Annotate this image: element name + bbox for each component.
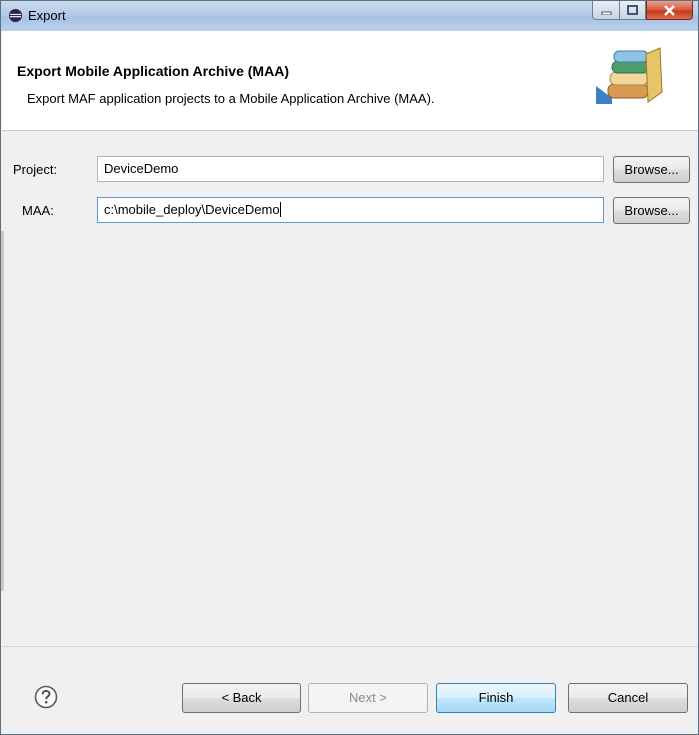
window-edge-shadow (1, 231, 4, 591)
maa-field[interactable]: c:\mobile_deploy\DeviceDemo (97, 197, 604, 223)
archive-books-icon (596, 47, 663, 104)
project-label: Project: (13, 162, 58, 177)
help-icon[interactable] (34, 685, 58, 709)
maa-label: MAA: (22, 203, 54, 218)
page-title: Export Mobile Application Archive (MAA) (17, 63, 289, 79)
footer-separator (2, 646, 698, 647)
project-browse-button[interactable]: Browse... (613, 156, 690, 183)
next-button[interactable]: Next > (308, 683, 428, 713)
maximize-button[interactable] (619, 1, 646, 20)
close-button[interactable] (646, 1, 693, 20)
cancel-button[interactable]: Cancel (568, 683, 688, 713)
wizard-banner: Export Mobile Application Archive (MAA) … (2, 31, 698, 131)
window-title: Export (28, 8, 66, 23)
maa-field-value: c:\mobile_deploy\DeviceDemo (104, 202, 280, 217)
text-caret (279, 202, 281, 217)
eclipse-icon (8, 8, 23, 23)
close-icon (664, 4, 675, 16)
project-field[interactable]: DeviceDemo (97, 156, 604, 182)
title-bar[interactable]: Export (1, 1, 698, 31)
minimize-icon (601, 11, 611, 15)
back-button[interactable]: < Back (182, 683, 301, 713)
minimize-button[interactable] (592, 1, 619, 20)
finish-button[interactable]: Finish (436, 683, 556, 713)
maximize-icon (627, 5, 638, 15)
maa-browse-button[interactable]: Browse... (613, 197, 690, 224)
export-dialog: Export Export Mobile Application Archive… (0, 0, 699, 735)
page-description: Export MAF application projects to a Mob… (27, 91, 435, 106)
